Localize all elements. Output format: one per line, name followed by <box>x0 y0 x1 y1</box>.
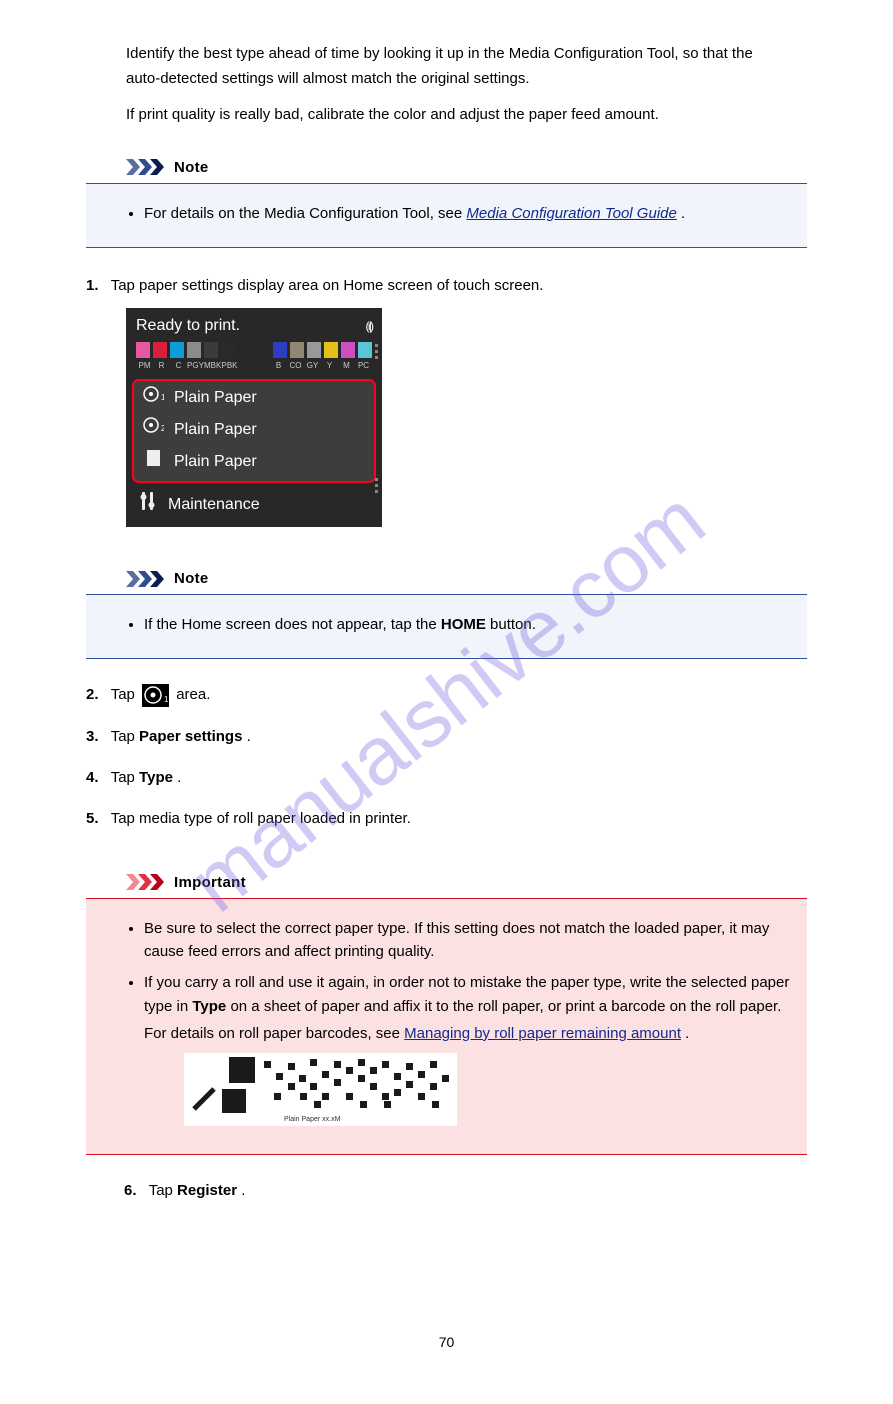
note-heading: Note <box>174 567 209 590</box>
type-label: Type <box>139 769 173 786</box>
step-number: 3. <box>86 728 99 745</box>
step-number: 2. <box>86 686 99 703</box>
sheet-row[interactable]: Plain Paper <box>136 446 372 479</box>
sheet-icon <box>142 449 164 476</box>
step-text: Tap <box>149 1182 177 1199</box>
svg-text:1: 1 <box>164 695 169 704</box>
chevron-note-icon <box>126 571 166 587</box>
sheet-label: Plain Paper <box>174 450 257 475</box>
note-text: For details on the Media Configuration T… <box>144 205 466 222</box>
type-label: Type <box>192 998 226 1015</box>
step-text: Tap paper settings display area on Home … <box>111 277 544 294</box>
printer-touchscreen-image: Ready to print. (ı|) PMRCPGYMBKPBK BCOGY… <box>126 308 382 527</box>
step-text: . <box>247 728 251 745</box>
roll2-icon: 2 <box>142 417 164 443</box>
note-text: If the Home screen does not appear, tap … <box>144 616 441 633</box>
chevron-note-icon <box>126 159 166 175</box>
roll1-icon: 1 <box>142 386 164 412</box>
step-text: Tap <box>111 769 139 786</box>
step-text: . <box>241 1182 245 1199</box>
ink-level-row <box>126 342 382 360</box>
barcode-sample-image: Plain Paper xx.xM <box>184 1053 457 1126</box>
page-number: 70 <box>86 1332 807 1354</box>
step-number: 6. <box>124 1182 137 1199</box>
wifi-icon: (ı|) <box>366 317 372 336</box>
maintenance-icon <box>138 490 158 521</box>
roll1-label: Plain Paper <box>174 386 257 411</box>
important-heading: Important <box>174 871 246 894</box>
step-number: 1. <box>86 277 99 294</box>
home-label: HOME <box>441 616 486 633</box>
svg-text:Plain Paper xx.xM: Plain Paper xx.xM <box>284 1116 341 1123</box>
body-text: If print quality is really bad, calibrat… <box>126 103 807 126</box>
step-text: Tap <box>111 686 139 703</box>
note-text: . <box>681 205 685 222</box>
important-text: on a sheet of paper and affix it to the … <box>230 998 781 1015</box>
svg-text:1: 1 <box>161 393 164 402</box>
roll2-label: Plain Paper <box>174 418 257 443</box>
paper-settings-label: Paper settings <box>139 728 242 745</box>
step-text: . <box>177 769 181 786</box>
note-heading: Note <box>174 156 209 179</box>
important-text: For details on roll paper barcodes, see <box>144 1025 404 1042</box>
media-config-tool-guide-link[interactable]: Media Configuration Tool Guide <box>466 205 676 222</box>
important-text: . <box>685 1025 689 1042</box>
step-number: 4. <box>86 769 99 786</box>
register-label: Register <box>177 1182 237 1199</box>
step-text: Tap <box>111 728 139 745</box>
note-box: For details on the Media Configuration T… <box>86 183 807 248</box>
important-box: Be sure to select the correct paper type… <box>86 898 807 1155</box>
body-text: Identify the best type ahead of time by … <box>126 42 807 65</box>
important-bullet: Be sure to select the correct paper type… <box>144 917 799 964</box>
note-box: If the Home screen does not appear, tap … <box>86 594 807 659</box>
maintenance-row[interactable]: Maintenance <box>126 485 382 527</box>
body-text: auto-detected settings will almost match… <box>126 67 807 90</box>
maintenance-label: Maintenance <box>168 493 260 518</box>
managing-roll-paper-link[interactable]: Managing by roll paper remaining amount <box>404 1025 681 1042</box>
step-text: area. <box>176 686 210 703</box>
roll2-row[interactable]: 2 Plain Paper <box>136 414 372 446</box>
printer-status: Ready to print. <box>136 314 240 339</box>
roll1-row[interactable]: 1 Plain Paper <box>136 383 372 415</box>
paper-select-area[interactable]: 1 Plain Paper 2 Plain Paper Plain Paper <box>132 379 376 483</box>
roll1-icon: 1 <box>142 684 169 707</box>
step-text: Tap media type of roll paper loaded in p… <box>111 810 411 827</box>
svg-text:2: 2 <box>161 424 164 433</box>
chevron-important-icon <box>126 874 166 890</box>
note-text: button. <box>490 616 536 633</box>
step-number: 5. <box>86 810 99 827</box>
